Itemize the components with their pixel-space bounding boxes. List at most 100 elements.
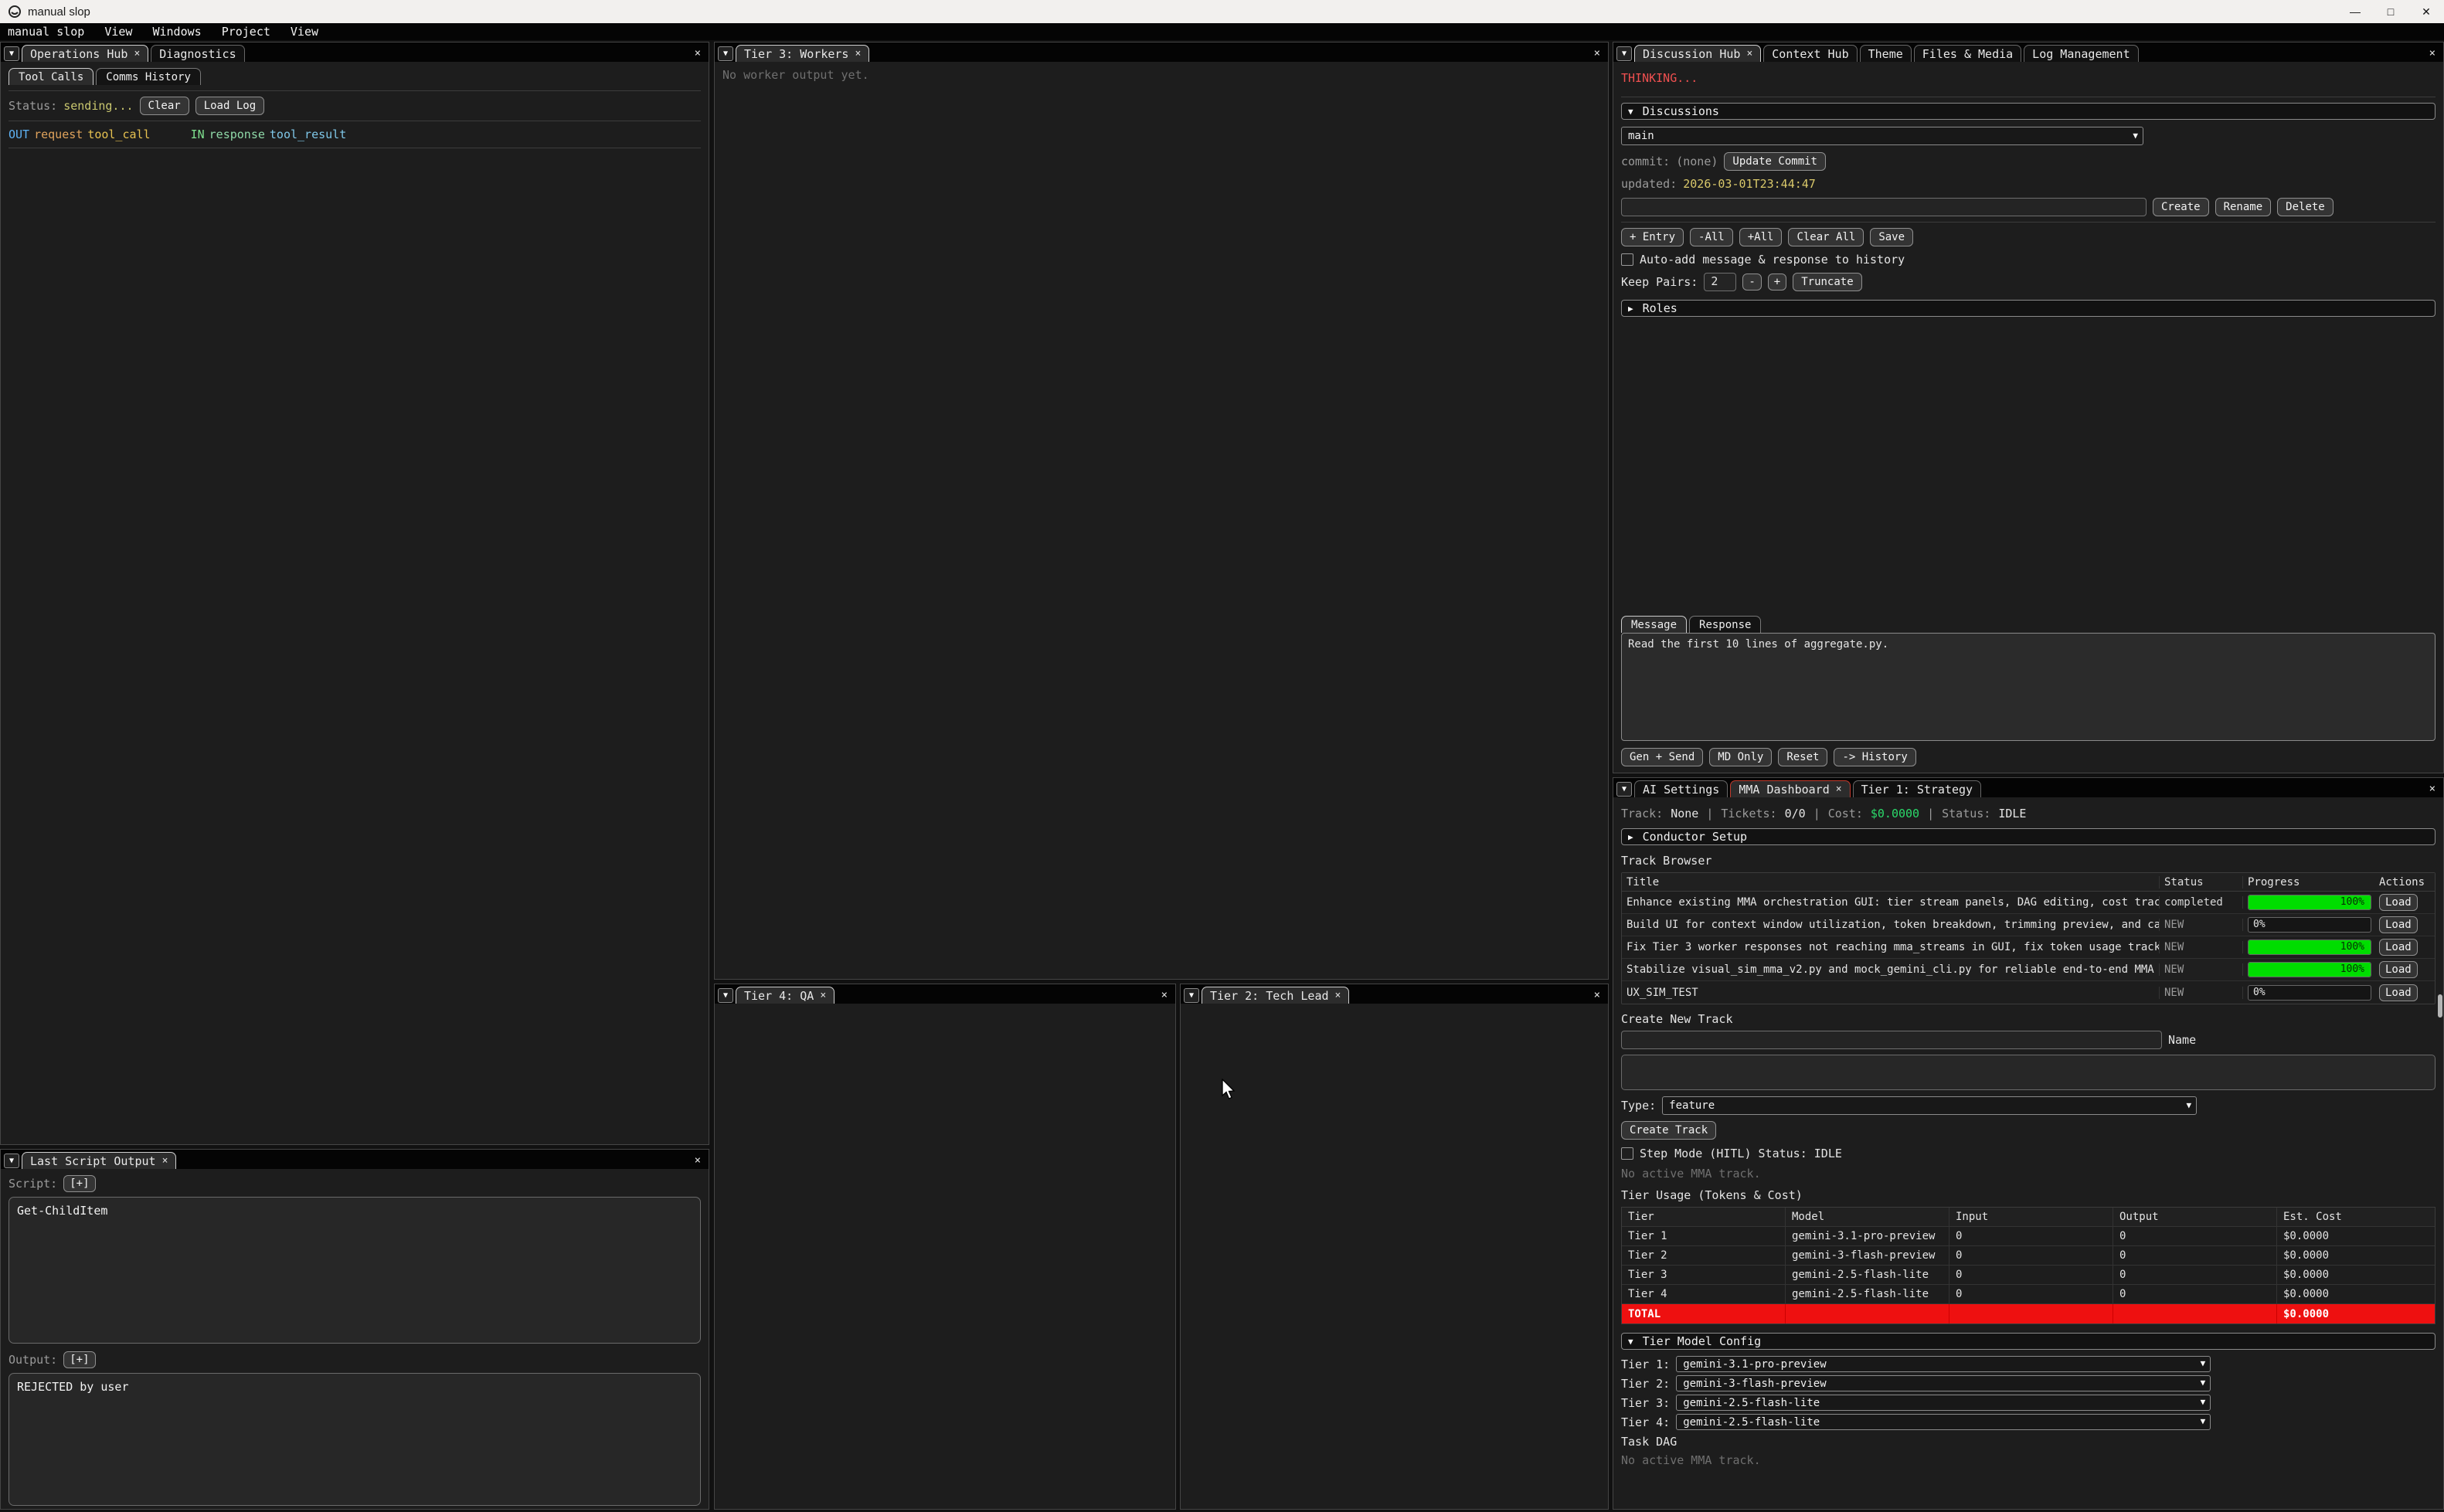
clear-all-button[interactable]: Clear All — [1788, 228, 1864, 246]
autoadd-checkbox[interactable] — [1621, 253, 1633, 266]
panel-close-icon[interactable]: × — [2426, 47, 2439, 62]
tier4-model-select[interactable]: gemini-2.5-flash-lite ▼ — [1676, 1414, 2211, 1430]
script-output-box[interactable]: REJECTED by user — [8, 1373, 701, 1506]
close-icon[interactable]: ✕ — [2408, 0, 2444, 23]
conductor-setup-header[interactable]: ▶ Conductor Setup — [1621, 828, 2436, 845]
load-button[interactable]: Load — [2379, 894, 2418, 911]
tab-close-icon[interactable]: × — [1335, 990, 1341, 1001]
tab-close-icon[interactable]: × — [162, 1155, 168, 1167]
panel-close-icon[interactable]: × — [692, 47, 704, 62]
rename-button[interactable]: Rename — [2215, 198, 2272, 216]
update-commit-button[interactable]: Update Commit — [1724, 152, 1826, 171]
save-button[interactable]: Save — [1870, 228, 1913, 246]
tab-close-icon[interactable]: × — [1836, 783, 1842, 795]
tab-close-icon[interactable]: × — [855, 48, 861, 59]
window-titlebar[interactable]: manual slop — □ ✕ — [0, 0, 2444, 23]
scrollbar-thumb[interactable] — [2438, 994, 2442, 1018]
tab-close-icon[interactable]: × — [1746, 48, 1752, 59]
tab-tier1-strategy[interactable]: Tier 1: Strategy — [1853, 780, 1982, 797]
dock-menu-icon[interactable]: ▼ — [1616, 782, 1632, 797]
dock-menu-icon[interactable]: ▼ — [4, 1154, 19, 1168]
tier2-model-select[interactable]: gemini-3-flash-preview ▼ — [1676, 1375, 2211, 1391]
tab-theme[interactable]: Theme — [1860, 45, 1912, 62]
dock-menu-icon[interactable]: ▼ — [1616, 46, 1632, 61]
panel-close-icon[interactable]: × — [692, 1154, 704, 1169]
tab-context-hub[interactable]: Context Hub — [1763, 45, 1857, 62]
menu-view-2[interactable]: View — [291, 25, 318, 39]
create-track-button[interactable]: Create Track — [1621, 1121, 1716, 1140]
tab-response[interactable]: Response — [1689, 616, 1761, 633]
dock-menu-icon[interactable]: ▼ — [718, 46, 733, 61]
keep-pairs-minus-button[interactable]: - — [1742, 274, 1761, 291]
clear-button[interactable]: Clear — [140, 97, 189, 115]
track-row[interactable]: Enhance existing MMA orchestration GUI: … — [1622, 892, 2435, 914]
tab-mma-dashboard[interactable]: MMA Dashboard × — [1730, 780, 1850, 797]
md-only-button[interactable]: MD Only — [1709, 748, 1772, 766]
tier1-model-select[interactable]: gemini-3.1-pro-preview ▼ — [1676, 1356, 2211, 1372]
discussions-section-header[interactable]: ▼ Discussions — [1621, 103, 2436, 120]
panel-close-icon[interactable]: × — [2426, 783, 2439, 797]
dock-menu-icon[interactable]: ▼ — [718, 988, 733, 1003]
menu-windows[interactable]: Windows — [152, 25, 201, 39]
step-mode-checkbox[interactable] — [1621, 1147, 1633, 1160]
tab-ai-settings[interactable]: AI Settings — [1634, 780, 1728, 797]
gen-send-button[interactable]: Gen + Send — [1621, 748, 1703, 766]
maximize-icon[interactable]: □ — [2373, 0, 2408, 23]
load-button[interactable]: Load — [2379, 939, 2418, 956]
tab-tier3-workers[interactable]: Tier 3: Workers × — [736, 45, 869, 62]
tab-message[interactable]: Message — [1621, 616, 1687, 633]
keep-pairs-input[interactable]: 2 — [1704, 273, 1736, 291]
discussion-branch-select[interactable]: main ▼ — [1621, 127, 2143, 145]
create-button[interactable]: Create — [2153, 198, 2209, 216]
keep-pairs-plus-button[interactable]: + — [1768, 274, 1786, 291]
tab-close-icon[interactable]: × — [134, 48, 140, 59]
tool-call-log-row[interactable]: OUT request tool_call IN response tool_r… — [8, 127, 701, 141]
minus-all-button[interactable]: -All — [1690, 228, 1733, 246]
load-log-button[interactable]: Load Log — [195, 97, 264, 115]
load-button[interactable]: Load — [2379, 961, 2418, 978]
dock-menu-icon[interactable]: ▼ — [4, 46, 19, 61]
tab-tier2-tech-lead[interactable]: Tier 2: Tech Lead × — [1202, 987, 1349, 1004]
load-button[interactable]: Load — [2379, 916, 2418, 933]
discussion-name-input[interactable] — [1621, 198, 2147, 216]
subtab-tool-calls[interactable]: Tool Calls — [8, 68, 93, 85]
tab-discussion-hub[interactable]: Discussion Hub × — [1634, 45, 1761, 62]
to-history-button[interactable]: -> History — [1834, 748, 1915, 766]
track-description-textarea[interactable] — [1621, 1055, 2436, 1090]
tab-log-management[interactable]: Log Management — [2024, 45, 2138, 62]
truncate-button[interactable]: Truncate — [1793, 273, 1861, 291]
script-expand-button[interactable]: [+] — [63, 1175, 95, 1192]
tab-last-script-output[interactable]: Last Script Output × — [22, 1152, 176, 1169]
add-entry-button[interactable]: + Entry — [1621, 228, 1684, 246]
track-type-select[interactable]: feature ▼ — [1662, 1096, 2197, 1115]
tier-model-config-header[interactable]: ▼ Tier Model Config — [1621, 1333, 2436, 1350]
menu-view[interactable]: View — [104, 25, 132, 39]
tab-diagnostics[interactable]: Diagnostics — [151, 45, 244, 62]
subtab-comms-history[interactable]: Comms History — [96, 68, 201, 85]
plus-all-button[interactable]: +All — [1739, 228, 1783, 246]
message-textarea[interactable]: Read the first 10 lines of aggregate.py. — [1621, 633, 2436, 741]
panel-close-icon[interactable]: × — [1158, 989, 1171, 1004]
tier3-model-select[interactable]: gemini-2.5-flash-lite ▼ — [1676, 1395, 2211, 1411]
tab-files-media[interactable]: Files & Media — [1914, 45, 2021, 62]
menu-manual-slop[interactable]: manual slop — [8, 25, 84, 39]
script-code-box[interactable]: Get-ChildItem — [8, 1197, 701, 1344]
tab-operations-hub[interactable]: Operations Hub × — [22, 45, 148, 62]
roles-section-header[interactable]: ▶ Roles — [1621, 300, 2436, 317]
output-expand-button[interactable]: [+] — [63, 1351, 95, 1368]
track-name-input[interactable] — [1621, 1031, 2162, 1049]
track-row[interactable]: Stabilize visual_sim_mma_v2.py and mock_… — [1622, 959, 2435, 981]
track-row[interactable]: UX_SIM_TEST NEW 0% Load — [1622, 981, 2435, 1004]
panel-close-icon[interactable]: × — [1591, 47, 1603, 62]
panel-close-icon[interactable]: × — [1591, 989, 1603, 1004]
reset-button[interactable]: Reset — [1778, 748, 1827, 766]
delete-button[interactable]: Delete — [2277, 198, 2334, 216]
menu-project[interactable]: Project — [222, 25, 270, 39]
track-row[interactable]: Fix Tier 3 worker responses not reaching… — [1622, 936, 2435, 959]
load-button[interactable]: Load — [2379, 984, 2418, 1001]
dock-menu-icon[interactable]: ▼ — [1184, 988, 1199, 1003]
tab-close-icon[interactable]: × — [820, 990, 826, 1001]
track-row[interactable]: Build UI for context window utilization,… — [1622, 914, 2435, 936]
minimize-icon[interactable]: — — [2337, 0, 2373, 23]
tab-tier4-qa[interactable]: Tier 4: QA × — [736, 987, 834, 1004]
